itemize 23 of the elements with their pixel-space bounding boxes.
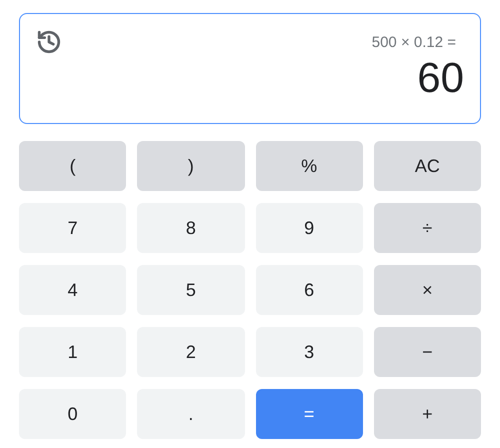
expression-text: 500 × 0.12 = xyxy=(372,33,456,53)
calculator-key[interactable]: + xyxy=(374,389,481,439)
calculator-key[interactable]: 5 xyxy=(137,265,244,315)
calculator-key[interactable]: 3 xyxy=(256,327,363,377)
calculator-key[interactable]: 1 xyxy=(19,327,126,377)
calculator-key[interactable]: 7 xyxy=(19,203,126,253)
calculator-key[interactable]: % xyxy=(256,141,363,191)
calculator-key[interactable]: . xyxy=(137,389,244,439)
calculator-key[interactable]: ( xyxy=(19,141,126,191)
calculator-key[interactable]: 8 xyxy=(137,203,244,253)
result-text: 60 xyxy=(417,57,464,99)
calculator-key[interactable]: 6 xyxy=(256,265,363,315)
calculator-key[interactable]: ÷ xyxy=(374,203,481,253)
calculator-key[interactable]: − xyxy=(374,327,481,377)
calculator-key[interactable]: 4 xyxy=(19,265,126,315)
calculator-key[interactable]: AC xyxy=(374,141,481,191)
calculator-key[interactable]: 0 xyxy=(19,389,126,439)
calculator-key[interactable]: = xyxy=(256,389,363,439)
calculator-key[interactable]: ) xyxy=(137,141,244,191)
history-icon[interactable] xyxy=(36,29,62,55)
calculator-key[interactable]: 2 xyxy=(137,327,244,377)
calculator-key[interactable]: × xyxy=(374,265,481,315)
calculator-key[interactable]: 9 xyxy=(256,203,363,253)
